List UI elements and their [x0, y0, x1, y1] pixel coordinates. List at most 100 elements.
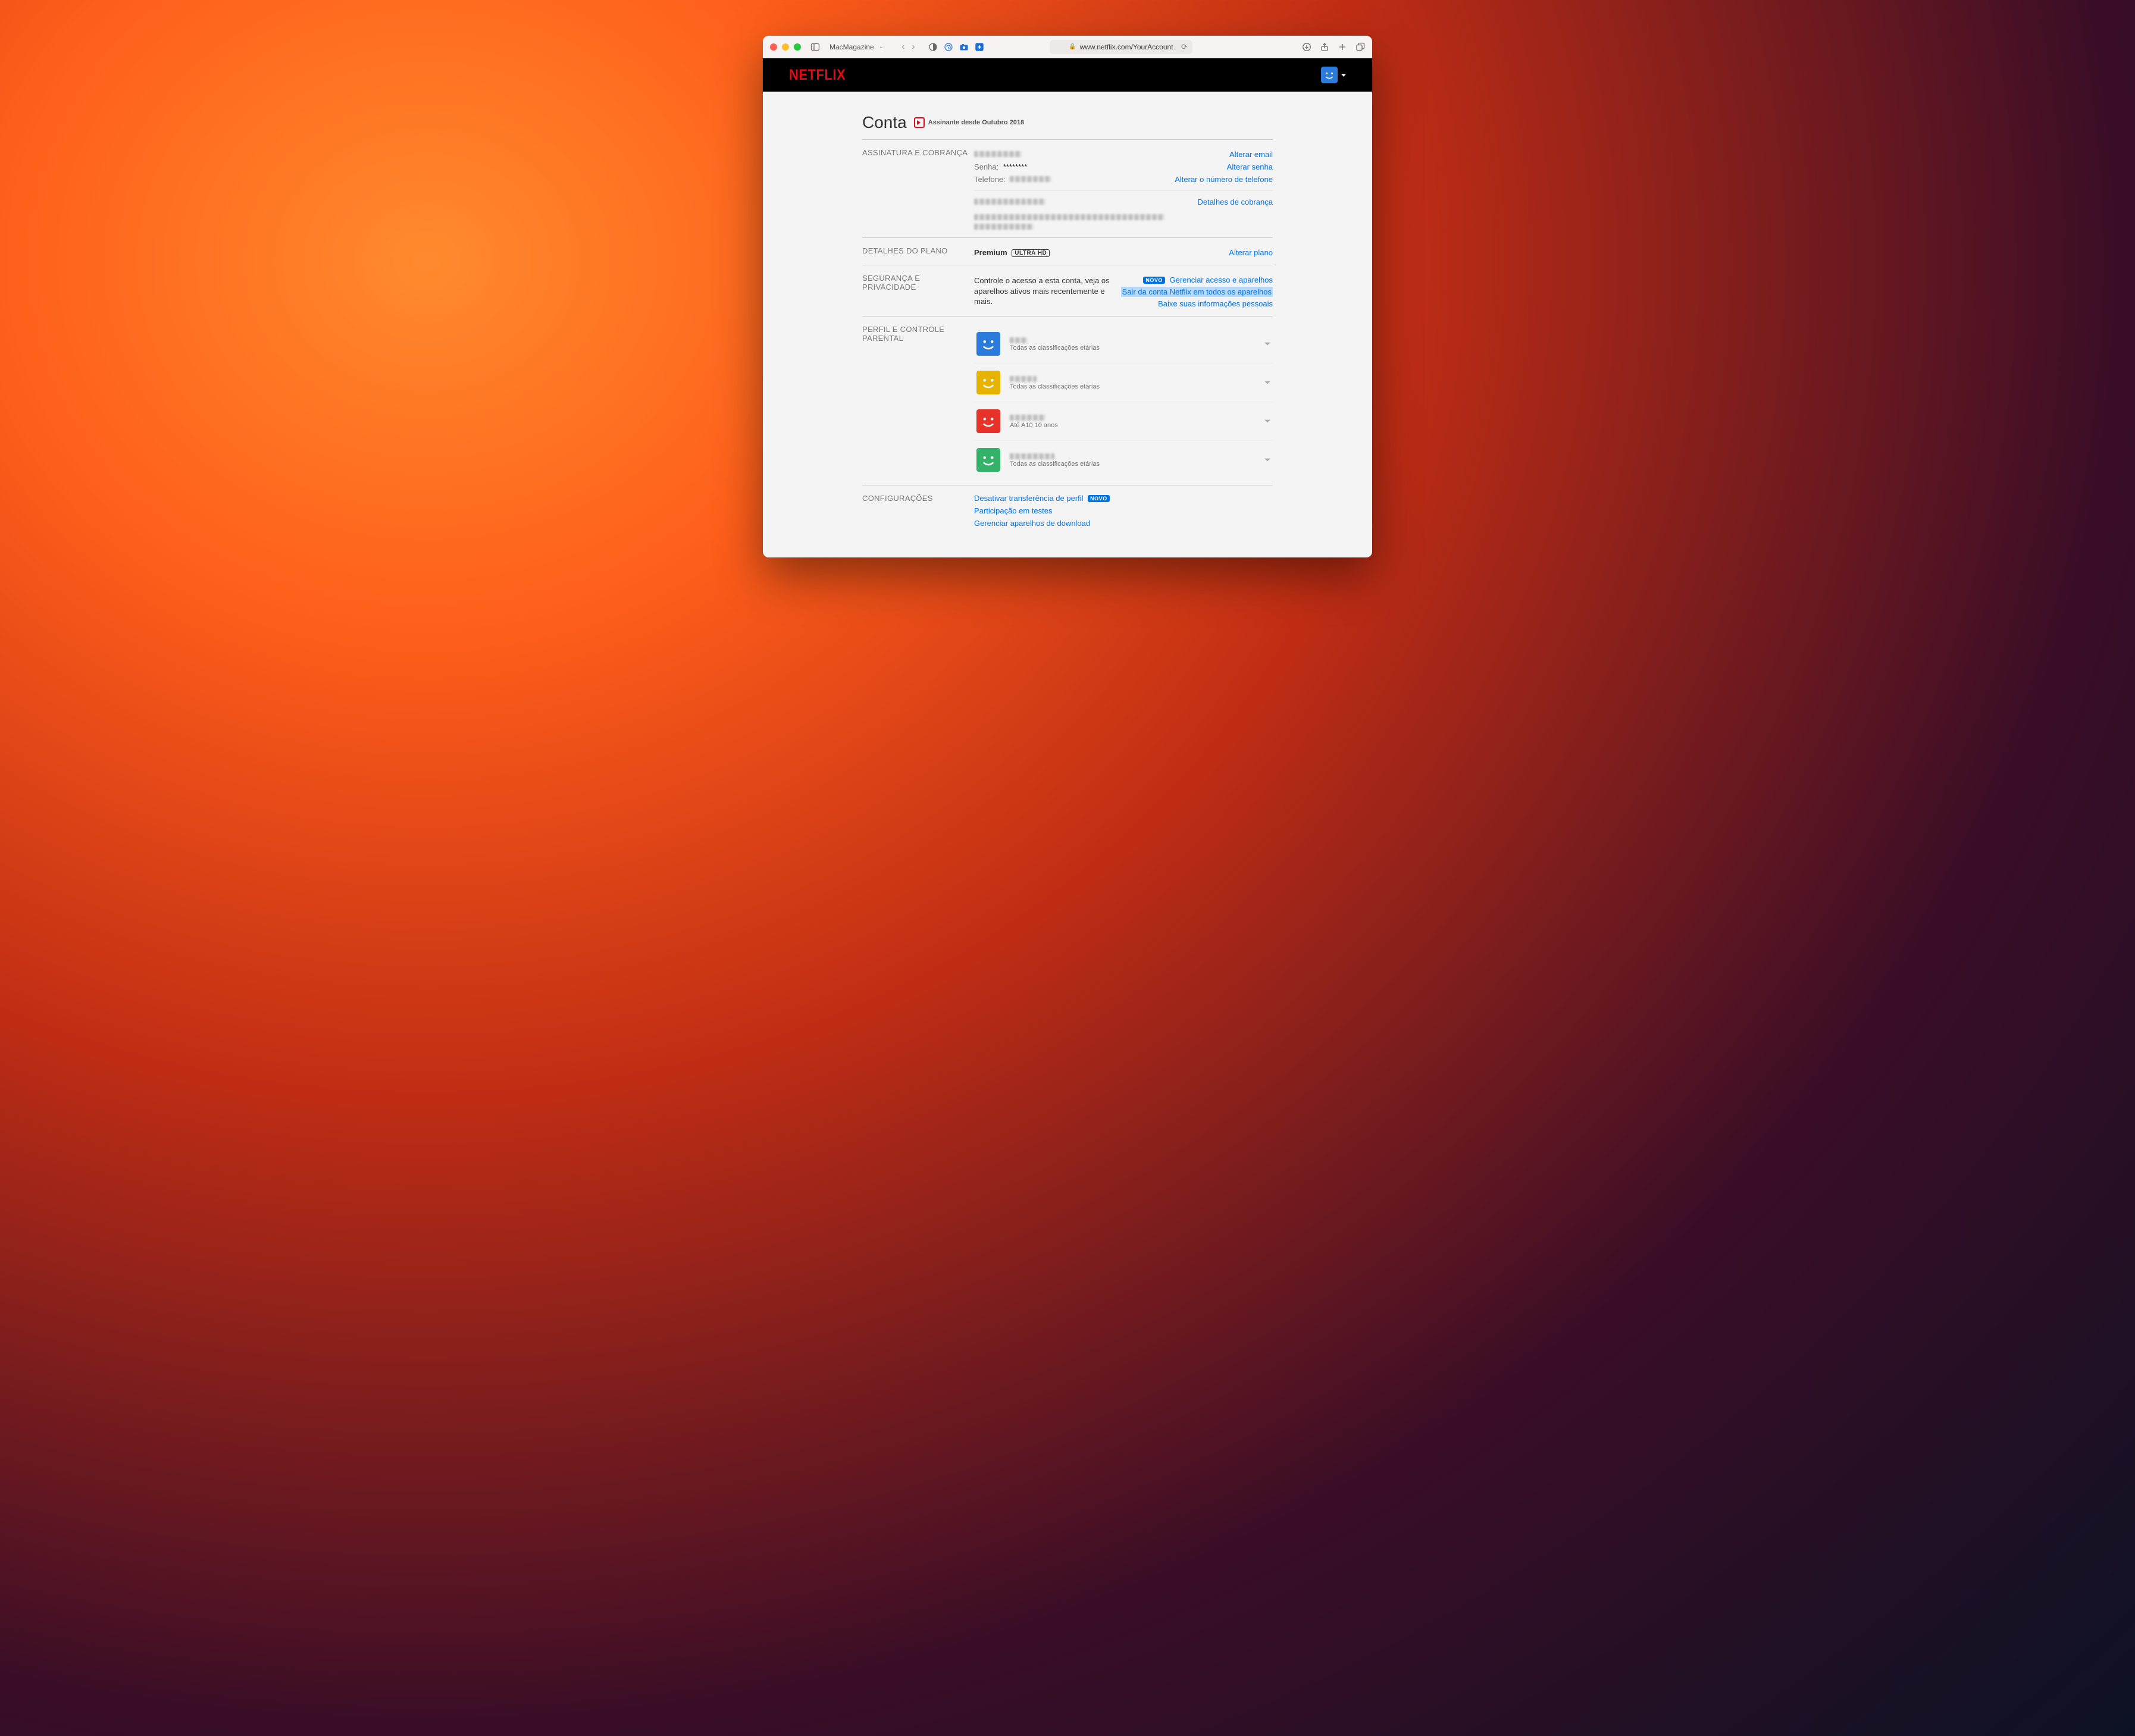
caret-down-icon [1341, 74, 1346, 77]
netflix-logo[interactable]: NETFLIX [789, 66, 846, 84]
chevron-down-icon [1264, 343, 1270, 346]
new-tab-button[interactable] [1338, 42, 1347, 52]
profile-maturity: Até A10 10 anos [1010, 422, 1058, 429]
plus-icon [1338, 42, 1347, 52]
profile-avatar [976, 332, 1000, 356]
member-since-text: Assinante desde Outubro 2018 [928, 119, 1024, 126]
download-icon [1302, 42, 1311, 52]
section-label: DETALHES DO PLANO [862, 246, 969, 259]
redacted-phone [1010, 176, 1051, 182]
address-bar[interactable]: 🔒 www.netflix.com/YourAccount ⟳ [1050, 40, 1192, 54]
section-settings: CONFIGURAÇÕES Desativar transferência de… [862, 485, 1273, 534]
section-membership: ASSINATURA E COBRANÇA Alterar email Senh… [862, 139, 1273, 237]
profile-maturity: Todas as classificações etárias [1010, 383, 1100, 390]
change-phone-link[interactable]: Alterar o número de telefone [1175, 175, 1273, 184]
site-header: NETFLIX [763, 58, 1372, 92]
section-security: SEGURANÇA E PRIVACIDADE Controle o acess… [862, 265, 1273, 316]
reload-button[interactable]: ⟳ [1181, 42, 1188, 52]
profile-maturity: Todas as classificações etárias [1010, 460, 1100, 468]
chevron-down-icon [1264, 459, 1270, 462]
smile-face-icon [976, 409, 1000, 433]
window-controls [770, 43, 801, 51]
phone-label: Telefone: [974, 175, 1006, 184]
redacted-email [974, 151, 1022, 157]
redacted-profile-name [1010, 337, 1028, 343]
change-plan-link[interactable]: Alterar plano [1229, 248, 1273, 257]
password-label: Senha: [974, 162, 998, 171]
sidebar-toggle-button[interactable] [810, 42, 820, 52]
profile-row[interactable]: Todas as classificações etárias [974, 325, 1273, 363]
novo-badge: NOVO [1143, 277, 1165, 284]
profile-menu[interactable] [1321, 67, 1346, 83]
lock-icon: 🔒 [1069, 43, 1076, 50]
section-profiles: PERFIL E CONTROLE PARENTAL Todas as clas… [862, 316, 1273, 485]
reader-mode-button[interactable] [928, 42, 938, 52]
redacted-billing-line1 [974, 214, 1164, 220]
plan-badge: ULTRA HD [1012, 249, 1050, 257]
page-content: Conta Assinante desde Outubro 2018 ASSIN… [763, 92, 1372, 557]
chevron-down-icon: ⌄ [876, 43, 886, 50]
avatar [1321, 67, 1338, 83]
smile-face-icon [1321, 67, 1338, 83]
share-icon [1320, 42, 1329, 52]
novo-badge: NOVO [1088, 495, 1110, 502]
toolbar-right [1302, 42, 1365, 52]
change-email-link[interactable]: Alterar email [1229, 150, 1273, 159]
disable-profile-transfer-link[interactable]: Desativar transferência de perfil [974, 494, 1084, 503]
redacted-profile-name [1010, 376, 1037, 382]
redacted-profile-name [1010, 415, 1045, 421]
extension-icons [928, 42, 984, 52]
test-participation-link[interactable]: Participação em testes [974, 506, 1053, 515]
profile-avatar [976, 409, 1000, 433]
profile-maturity: Todas as classificações etárias [1010, 344, 1100, 352]
profile-row[interactable]: Todas as classificações etárias [974, 440, 1273, 479]
chevron-down-icon [1264, 381, 1270, 384]
nav-arrows: ‹ › [899, 42, 918, 52]
redacted-profile-name [1010, 453, 1054, 459]
redacted-billing-line2 [974, 224, 1034, 230]
chevron-down-icon [1264, 420, 1270, 423]
section-label: CONFIGURAÇÕES [862, 494, 969, 528]
smile-face-icon [976, 371, 1000, 394]
profile-row[interactable]: Até A10 10 anos [974, 402, 1273, 440]
tab-group-picker[interactable]: MacMagazine ⌄ [826, 42, 890, 52]
browser-toolbar: MacMagazine ⌄ ‹ › [763, 36, 1372, 58]
tab-overview-button[interactable] [1355, 42, 1365, 52]
browser-window: MacMagazine ⌄ ‹ › [763, 36, 1372, 557]
redacted-payment [974, 199, 1045, 205]
fingerprint-icon [944, 42, 953, 52]
share-button[interactable] [1320, 42, 1329, 52]
extension-screenshot-button[interactable] [959, 42, 969, 52]
download-personal-info-link[interactable]: Baixe suas informações pessoais [1158, 299, 1273, 308]
section-label: SEGURANÇA E PRIVACIDADE [862, 274, 969, 310]
section-plan: DETALHES DO PLANO Premium ULTRA HD Alter… [862, 237, 1273, 265]
smile-face-icon [976, 332, 1000, 356]
close-window-button[interactable] [770, 43, 777, 51]
member-since-badge: Assinante desde Outubro 2018 [914, 117, 1024, 128]
manage-download-devices-link[interactable]: Gerenciar aparelhos de download [974, 519, 1090, 528]
page-title: Conta [862, 113, 907, 132]
section-label: ASSINATURA E COBRANÇA [862, 148, 969, 231]
smile-face-icon [976, 448, 1000, 472]
change-password-link[interactable]: Alterar senha [1227, 162, 1273, 171]
back-button[interactable]: ‹ [899, 42, 907, 52]
password-mask: ******** [1003, 162, 1027, 171]
extension-privacy-button[interactable] [944, 42, 953, 52]
tab-group-name: MacMagazine [829, 43, 874, 51]
plus-box-icon [975, 42, 984, 52]
shield-half-icon [928, 42, 938, 52]
minimize-window-button[interactable] [782, 43, 789, 51]
signout-all-devices-link[interactable]: Sair da conta Netflix em todos os aparel… [1121, 287, 1273, 297]
downloads-button[interactable] [1302, 42, 1311, 52]
forward-button[interactable]: › [909, 42, 917, 52]
camera-icon [959, 42, 969, 52]
member-since-icon [914, 117, 925, 128]
url-text: www.netflix.com/YourAccount [1080, 43, 1173, 51]
zoom-window-button[interactable] [794, 43, 801, 51]
billing-details-link[interactable]: Detalhes de cobrança [1198, 198, 1273, 206]
manage-devices-link[interactable]: Gerenciar acesso e aparelhos [1170, 275, 1273, 284]
profile-row[interactable]: Todas as classificações etárias [974, 363, 1273, 402]
extension-1password-button[interactable] [975, 42, 984, 52]
security-description: Controle o acesso a esta conta, veja os … [974, 275, 1117, 307]
sidebar-icon [810, 42, 820, 52]
